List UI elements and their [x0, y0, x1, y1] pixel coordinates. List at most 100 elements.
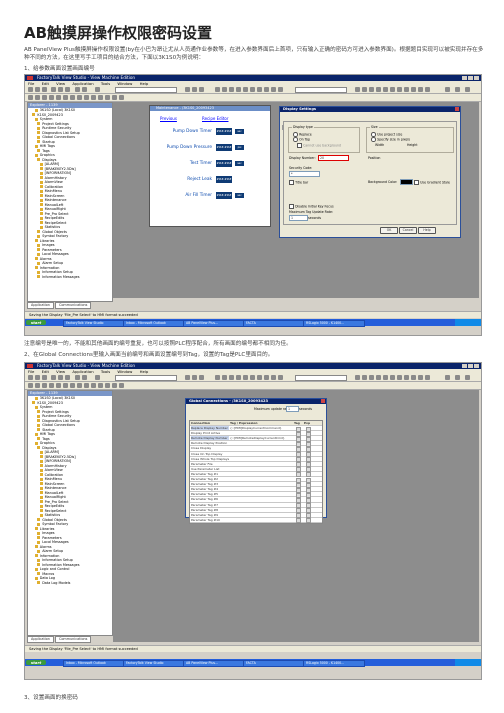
tool-icon[interactable] [465, 87, 470, 92]
tool-icon[interactable] [42, 95, 47, 100]
tool-icon[interactable] [418, 87, 423, 92]
tag-expression-cell[interactable]: {::[HMI]DisplayCurrentCommand} [230, 426, 290, 430]
tag-expression-cell[interactable]: {::[HMI]RemoteDisplayCurrentCmd} [230, 436, 290, 440]
use-gradient-checkbox[interactable]: Use Gradient Style [414, 180, 450, 185]
tool-icon[interactable] [369, 375, 374, 380]
cannot-use-bg-checkbox[interactable]: Cannot use background [297, 143, 341, 148]
tree-item[interactable]: Information Messages [28, 275, 112, 280]
window-controls[interactable] [461, 76, 479, 80]
tool-icon[interactable] [49, 383, 54, 388]
tool-icon[interactable] [418, 375, 423, 380]
cancel-button[interactable]: Cancel [399, 227, 417, 234]
task-button[interactable]: Inbox - Microsoft Outlook [123, 320, 185, 327]
radio-specify-size[interactable]: Specify size in pixels [371, 137, 410, 142]
disable-focus-checkbox[interactable]: Disable Initial Key Focus [289, 204, 334, 209]
tool-icon[interactable] [243, 375, 248, 380]
close-icon[interactable] [321, 399, 325, 403]
cut-icon[interactable] [51, 87, 56, 92]
cut-icon[interactable] [51, 375, 56, 380]
font-select[interactable] [295, 375, 347, 381]
tool-icon[interactable] [199, 375, 204, 380]
open-icon[interactable] [35, 375, 40, 380]
undo-icon[interactable] [75, 375, 80, 380]
tool-icon[interactable] [185, 87, 190, 92]
radio-on-top[interactable]: On Top [293, 137, 310, 142]
tool-icon[interactable] [362, 375, 367, 380]
recipe-editor-link[interactable]: Recipe Editor [202, 116, 228, 121]
task-button[interactable]: AB PanelView Plus... [183, 660, 245, 667]
tool-icon[interactable] [35, 383, 40, 388]
max-tag-select[interactable]: 1 [289, 215, 308, 221]
tab-application[interactable]: Application [27, 302, 54, 309]
tool-icon[interactable] [192, 375, 197, 380]
tool-icon[interactable] [455, 87, 460, 92]
update-rate-select[interactable]: 1 [286, 406, 299, 412]
tool-icon[interactable] [411, 87, 416, 92]
tool-icon[interactable] [105, 95, 110, 100]
tool-icon[interactable] [271, 375, 276, 380]
tool-icon[interactable] [98, 95, 103, 100]
tab-communications[interactable]: Communications [54, 636, 92, 643]
tool-icon[interactable] [112, 95, 117, 100]
numeric-input[interactable]: ###.### [216, 176, 232, 183]
tool-icon[interactable] [250, 87, 255, 92]
tool-icon[interactable] [264, 375, 269, 380]
redo-icon[interactable] [82, 375, 87, 380]
table-row[interactable]: Parameter Tag #10 [190, 518, 322, 524]
tool-icon[interactable] [271, 87, 276, 92]
tool-icon[interactable] [236, 87, 241, 92]
tool-icon[interactable] [445, 375, 450, 380]
tool-icon[interactable] [91, 383, 96, 388]
expression-button[interactable] [306, 518, 311, 524]
tool-icon[interactable] [404, 375, 409, 380]
tool-icon[interactable] [411, 375, 416, 380]
tool-icon[interactable] [42, 383, 47, 388]
tool-icon[interactable] [397, 375, 402, 380]
tool-icon[interactable] [84, 95, 89, 100]
radio-replace[interactable]: Replace [293, 132, 312, 137]
tool-icon[interactable] [390, 375, 395, 380]
tool-icon[interactable] [355, 87, 360, 92]
tool-icon[interactable] [425, 375, 430, 380]
task-button[interactable]: FACTA [243, 660, 305, 667]
radio-project-size[interactable]: Use project size [371, 132, 402, 137]
window-controls[interactable] [461, 364, 479, 368]
tool-icon[interactable] [445, 87, 450, 92]
undo-icon[interactable] [75, 87, 80, 92]
new-icon[interactable] [28, 87, 33, 92]
toolbar-select[interactable] [115, 87, 177, 93]
task-button[interactable]: AB PanelView Plus... [183, 320, 245, 327]
tool-icon[interactable] [397, 87, 402, 92]
tool-icon[interactable] [185, 375, 190, 380]
display-number-field[interactable]: 20 [318, 155, 349, 161]
tool-icon[interactable] [63, 95, 68, 100]
close-icon[interactable] [455, 107, 459, 111]
save-icon[interactable] [42, 375, 47, 380]
tool-icon[interactable] [465, 375, 470, 380]
tool-icon[interactable] [222, 375, 227, 380]
paste-icon[interactable] [65, 375, 70, 380]
tool-icon[interactable] [77, 383, 82, 388]
tool-icon[interactable] [199, 87, 204, 92]
tool-icon[interactable] [257, 375, 262, 380]
tool-icon[interactable] [278, 87, 283, 92]
tool-icon[interactable] [229, 375, 234, 380]
zoom-icon[interactable] [95, 375, 100, 380]
tool-icon[interactable] [35, 95, 40, 100]
font-select[interactable] [295, 87, 347, 93]
copy-icon[interactable] [58, 375, 63, 380]
task-button[interactable]: RSLogix 5000 - K1400... [303, 320, 365, 327]
tool-icon[interactable] [404, 87, 409, 92]
task-button[interactable]: FactoryTalk View Studio [63, 320, 125, 327]
paste-icon[interactable] [65, 87, 70, 92]
tool-icon[interactable] [376, 375, 381, 380]
tool-icon[interactable] [355, 375, 360, 380]
task-button[interactable]: FACTA [243, 320, 305, 327]
tool-icon[interactable] [383, 87, 388, 92]
tool-icon[interactable] [236, 375, 241, 380]
tool-icon[interactable] [192, 87, 197, 92]
copy-icon[interactable] [58, 87, 63, 92]
tool-icon[interactable] [112, 383, 117, 388]
previous-link[interactable]: Previous [160, 116, 177, 121]
tool-icon[interactable] [215, 375, 220, 380]
